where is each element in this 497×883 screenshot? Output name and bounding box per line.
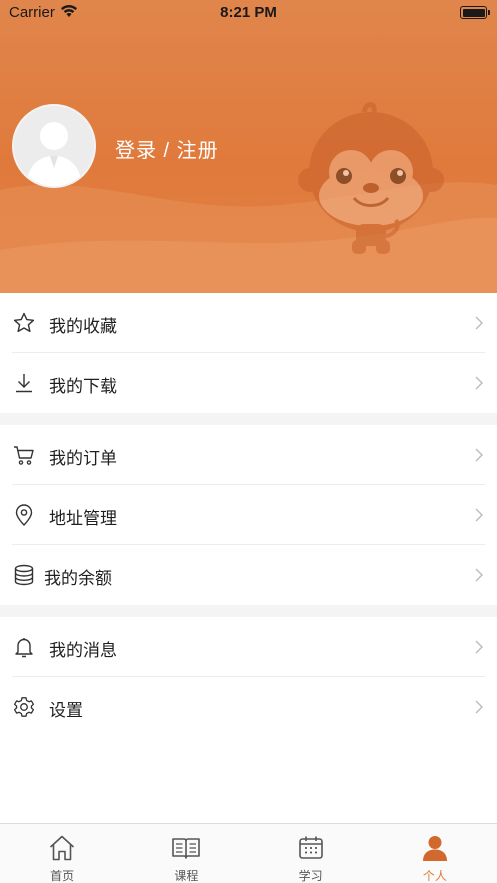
avatar[interactable]	[12, 104, 96, 188]
status-bar: Carrier 8:21 PM	[0, 0, 497, 26]
menu-item-label: 地址管理	[49, 509, 117, 528]
menu-item-downloads[interactable]: 我的下载	[0, 353, 497, 413]
menu-group-collection: 我的收藏 我的下载	[0, 293, 497, 413]
tab-home[interactable]: 首页	[0, 824, 124, 883]
calendar-icon	[298, 836, 323, 859]
menu-item-address[interactable]: 地址管理	[0, 485, 497, 545]
tab-courses[interactable]: 课程	[124, 824, 248, 883]
tab-label: 首页	[50, 869, 75, 883]
login-register-link[interactable]: 登录 / 注册	[115, 134, 219, 163]
gear-icon	[13, 697, 35, 717]
tab-label: 课程	[174, 869, 199, 883]
chevron-right-icon	[475, 316, 483, 330]
star-icon	[13, 312, 35, 333]
chevron-right-icon	[475, 568, 483, 582]
section-separator	[0, 413, 497, 425]
book-icon	[172, 838, 201, 859]
download-icon	[16, 374, 32, 393]
menu-item-settings[interactable]: 设置	[0, 677, 497, 737]
cart-icon	[14, 446, 34, 465]
menu-item-messages[interactable]: 我的消息	[0, 617, 497, 677]
menu-item-orders[interactable]: 我的订单	[0, 425, 497, 485]
menu-item-label: 我的订单	[49, 449, 117, 468]
tab-label: 学习	[298, 869, 323, 883]
battery-icon	[460, 6, 490, 19]
database-icon	[14, 564, 34, 586]
default-user-avatar-icon	[26, 122, 82, 186]
tab-study[interactable]: 学习	[249, 824, 373, 883]
menu-item-label: 我的收藏	[49, 317, 117, 336]
status-time: 8:21 PM	[220, 4, 277, 21]
monkey-mascot-icon	[298, 102, 444, 254]
menu-item-label: 设置	[49, 701, 83, 720]
bottom-tab-bar: 首页 课程 学习 个人	[0, 823, 497, 883]
menu-group-system: 我的消息 设置	[0, 617, 497, 737]
chevron-right-icon	[475, 376, 483, 390]
menu-item-favorites[interactable]: 我的收藏	[0, 293, 497, 353]
tab-profile[interactable]: 个人	[373, 824, 497, 883]
bell-icon	[15, 638, 33, 658]
home-icon	[50, 835, 75, 861]
chevron-right-icon	[475, 700, 483, 714]
menu-item-label: 我的下载	[49, 377, 117, 396]
chevron-right-icon	[475, 640, 483, 654]
profile-header: Carrier 8:21 PM 登录 / 注册	[0, 0, 497, 293]
menu-item-label: 我的消息	[49, 641, 117, 660]
tab-label: 个人	[422, 869, 447, 883]
location-pin-icon	[15, 504, 33, 526]
menu-item-balance[interactable]: 我的余额	[0, 545, 497, 605]
person-icon	[422, 836, 447, 861]
menu-item-label: 我的余额	[44, 569, 112, 588]
menu-group-account: 我的订单 地址管理 我的余额	[0, 425, 497, 605]
chevron-right-icon	[475, 508, 483, 522]
section-separator	[0, 605, 497, 617]
chevron-right-icon	[475, 448, 483, 462]
